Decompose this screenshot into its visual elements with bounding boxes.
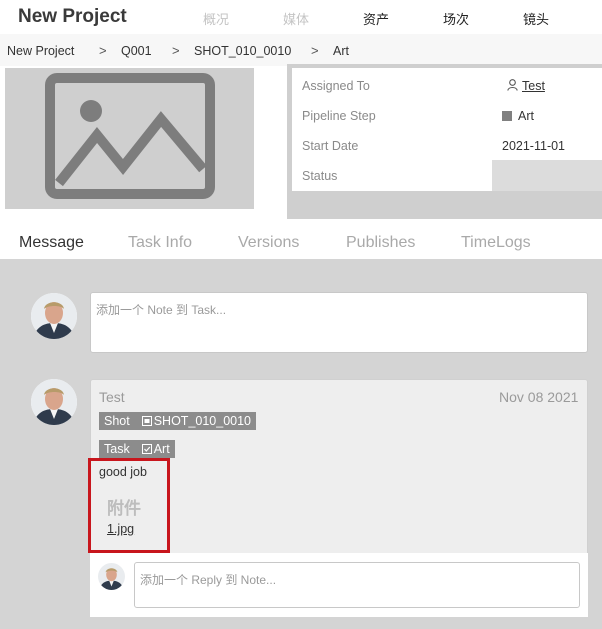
shot-icon bbox=[141, 416, 152, 426]
tab-versions[interactable]: Versions bbox=[238, 234, 299, 252]
assigned-user-link[interactable]: Test bbox=[522, 79, 545, 93]
pipeline-step-text: Art bbox=[518, 109, 534, 123]
task-tag-value: Art bbox=[153, 442, 170, 456]
start-date-value[interactable]: 2021-11-01 bbox=[502, 139, 565, 153]
shot-tag-value: SHOT_010_0010 bbox=[153, 414, 252, 428]
tab-timelogs[interactable]: TimeLogs bbox=[461, 234, 531, 252]
breadcrumb-separator: > bbox=[311, 43, 319, 58]
note-author[interactable]: Test bbox=[99, 389, 125, 405]
task-info-panel: Assigned To Test Pipeline Step Art Start… bbox=[292, 68, 602, 191]
start-date-row: Start Date 2021-11-01 bbox=[292, 130, 602, 160]
note-input[interactable]: 添加一个 Note 到 Task... bbox=[90, 292, 588, 353]
shot-tag-label: Shot bbox=[104, 414, 130, 428]
task-tag[interactable]: Task Art bbox=[99, 440, 175, 458]
pipeline-step-label: Pipeline Step bbox=[302, 109, 376, 123]
shot-tag[interactable]: Shot SHOT_010_0010 bbox=[99, 412, 257, 430]
breadcrumb-separator: > bbox=[172, 43, 180, 58]
status-row: Status bbox=[292, 160, 602, 191]
assigned-to-row: Assigned To Test bbox=[292, 70, 602, 100]
avatar bbox=[31, 379, 77, 425]
breadcrumb-separator: > bbox=[99, 43, 107, 58]
pipeline-step-row: Pipeline Step Art bbox=[292, 100, 602, 130]
note-input-placeholder: 添加一个 Note 到 Task... bbox=[96, 303, 227, 317]
reply-input[interactable]: 添加一个 Reply 到 Note... bbox=[134, 562, 580, 608]
highlight-box bbox=[88, 458, 170, 553]
app-title: New Project bbox=[18, 6, 127, 27]
top-bar: New Project 概况 媒体 资产 场次 镜头 bbox=[0, 0, 602, 34]
step-color-swatch bbox=[502, 111, 512, 121]
task-icon bbox=[141, 444, 152, 454]
nav-shots[interactable]: 镜头 bbox=[523, 9, 549, 28]
user-icon bbox=[507, 79, 518, 91]
tab-publishes[interactable]: Publishes bbox=[346, 234, 415, 252]
note-date: Nov 08 2021 bbox=[499, 389, 579, 405]
nav-media[interactable]: 媒体 bbox=[283, 9, 309, 28]
breadcrumb-task[interactable]: Art bbox=[333, 44, 349, 58]
nav-sequences[interactable]: 场次 bbox=[443, 9, 469, 28]
nav-overview[interactable]: 概况 bbox=[203, 9, 229, 28]
start-date-label: Start Date bbox=[302, 139, 359, 153]
avatar bbox=[98, 563, 125, 590]
tab-message[interactable]: Message bbox=[19, 234, 84, 252]
status-value[interactable] bbox=[492, 160, 602, 191]
image-placeholder-icon bbox=[45, 73, 215, 199]
assigned-to-label: Assigned To bbox=[302, 79, 370, 93]
breadcrumb-sequence[interactable]: Q001 bbox=[121, 44, 152, 58]
nav-assets[interactable]: 资产 bbox=[363, 9, 389, 28]
breadcrumb: New Project > Q001 > SHOT_010_0010 > Art bbox=[0, 34, 602, 66]
task-tag-label: Task bbox=[104, 442, 130, 456]
tab-task-info[interactable]: Task Info bbox=[128, 234, 192, 252]
breadcrumb-project[interactable]: New Project bbox=[7, 44, 74, 58]
assigned-to-value[interactable]: Test bbox=[507, 79, 545, 93]
breadcrumb-shot[interactable]: SHOT_010_0010 bbox=[194, 44, 291, 58]
status-label: Status bbox=[302, 169, 338, 183]
detail-tabs: Message Task Info Versions Publishes Tim… bbox=[0, 226, 602, 259]
reply-input-placeholder: 添加一个 Reply 到 Note... bbox=[140, 573, 277, 587]
task-thumbnail[interactable] bbox=[5, 68, 254, 209]
avatar bbox=[31, 293, 77, 339]
pipeline-step-value: Art bbox=[502, 109, 534, 123]
